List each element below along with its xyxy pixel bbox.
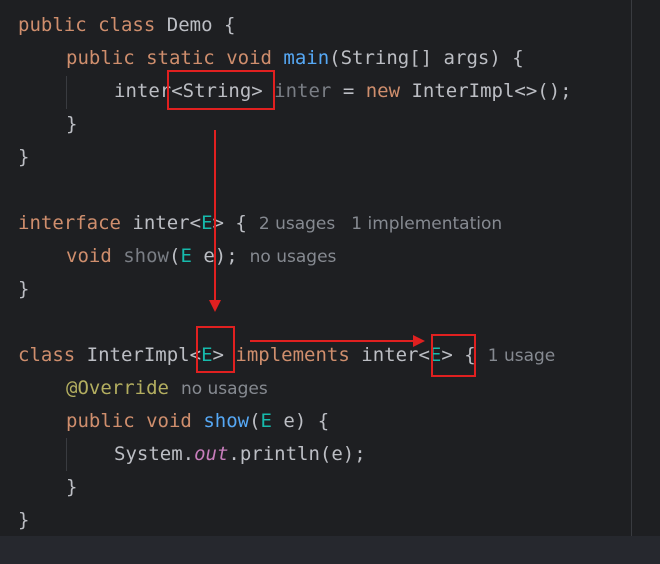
- right-arrow-head: [413, 335, 425, 347]
- down-arrow-head: [209, 300, 221, 312]
- annotation-arrows: [209, 130, 425, 347]
- code-editor[interactable]: public class Demo { public static void m…: [0, 0, 660, 564]
